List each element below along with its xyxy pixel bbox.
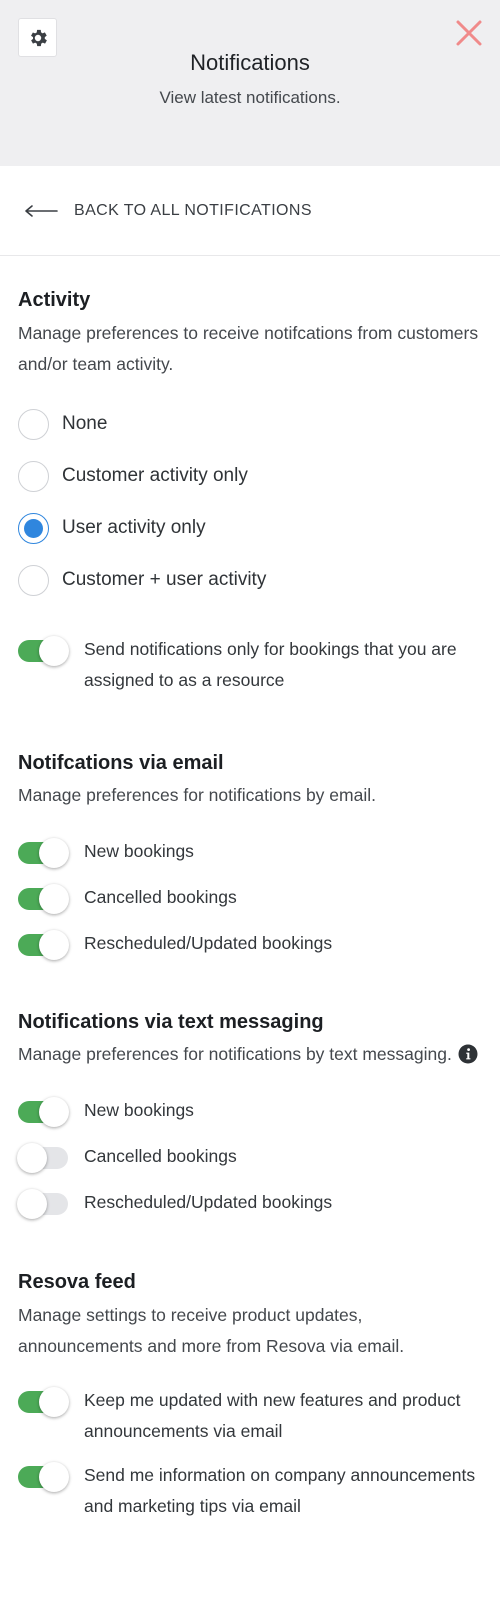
radio-label: Customer + user activity [62, 569, 267, 590]
toggle-label: New bookings [84, 1100, 194, 1120]
toggle-label: Rescheduled/Updated bookings [84, 1192, 333, 1212]
toggle-label: Cancelled bookings [84, 1146, 237, 1166]
close-button[interactable] [452, 16, 486, 50]
page-subtitle: View latest notifications. [159, 88, 341, 107]
toggle-label: Rescheduled/Updated bookings [84, 933, 333, 953]
sms-description-text: Manage preferences for notifications by … [18, 1044, 452, 1064]
sms-section: Notifications via text messaging Manage … [17, 959, 482, 1219]
feed-marketing-toggle[interactable] [18, 1462, 69, 1492]
email-title: Notifcations via email [18, 752, 224, 774]
feed-features-toggle[interactable] [18, 1387, 69, 1417]
toggle-knob [39, 1097, 69, 1127]
email-new-bookings-row: New bookings [18, 838, 482, 868]
radio-option-customer-user-activity[interactable]: Customer + user activity [18, 554, 482, 606]
sms-new-bookings-row: New bookings [18, 1097, 482, 1127]
email-section: Notifcations via email Manage preference… [18, 696, 482, 960]
radio-button-selected[interactable] [18, 512, 49, 544]
toggle-knob [39, 884, 69, 914]
sms-title: Notifications via text messaging [18, 1011, 324, 1033]
back-link-label: BACK TO ALL NOTIFICATIONS [74, 201, 312, 219]
radio-label: User activity only [62, 517, 206, 538]
assigned-bookings-toggle[interactable] [18, 636, 69, 666]
assigned-bookings-toggle-row: Send notifications only for bookings tha… [18, 636, 482, 696]
toggle-label: Keep me updated with new features and pr… [84, 1390, 461, 1441]
email-rescheduled-bookings-row: Rescheduled/Updated bookings [18, 930, 482, 960]
radio-option-customer-activity[interactable]: Customer activity only [18, 450, 482, 502]
sms-cancelled-bookings-row: Cancelled bookings [17, 1143, 482, 1173]
toggle-label: Send notifications only for bookings tha… [84, 639, 457, 690]
activity-radio-group: None Customer activity only User activit… [18, 398, 482, 606]
email-rescheduled-bookings-toggle[interactable] [18, 930, 69, 960]
toggle-knob [17, 1189, 47, 1219]
gear-icon [30, 29, 47, 46]
feed-features-row: Keep me updated with new features and pr… [18, 1387, 482, 1447]
toggle-knob [39, 930, 69, 960]
back-to-all-notifications-link[interactable]: BACK TO ALL NOTIFICATIONS [0, 166, 500, 256]
arrow-left-icon [25, 204, 58, 217]
sms-cancelled-bookings-toggle[interactable] [17, 1143, 68, 1173]
email-new-bookings-toggle[interactable] [18, 838, 69, 868]
toggle-knob [17, 1143, 47, 1173]
sms-description: Manage preferences for notifications by … [18, 1039, 482, 1070]
page-title: Notifications [190, 50, 310, 75]
feed-title: Resova feed [18, 1271, 136, 1293]
activity-title: Activity [18, 289, 91, 311]
radio-label: None [62, 413, 108, 434]
panel-header: Notifications View latest notifications. [0, 0, 500, 166]
sms-rescheduled-bookings-toggle[interactable] [17, 1189, 68, 1219]
radio-label: Customer activity only [62, 465, 248, 486]
toggle-label: New bookings [84, 841, 194, 861]
toggle-label: Send me information on company announcem… [84, 1465, 476, 1516]
activity-section: Activity Manage preferences to receive n… [18, 256, 482, 696]
email-description: Manage preferences for notifications by … [18, 785, 376, 805]
preferences-content: Activity Manage preferences to receive n… [0, 256, 500, 1522]
radio-option-none[interactable]: None [18, 398, 482, 450]
info-icon[interactable] [458, 1044, 478, 1064]
feed-marketing-row: Send me information on company announcem… [18, 1462, 482, 1522]
radio-button[interactable] [18, 408, 49, 440]
radio-button[interactable] [18, 564, 49, 596]
toggle-knob [39, 1387, 69, 1417]
feed-description: Manage settings to receive product updat… [18, 1305, 405, 1356]
email-cancelled-bookings-row: Cancelled bookings [18, 884, 482, 914]
activity-description: Manage preferences to receive notifcatio… [18, 323, 479, 374]
sms-new-bookings-toggle[interactable] [18, 1097, 69, 1127]
toggle-knob [39, 636, 69, 666]
close-icon [456, 20, 482, 46]
radio-option-user-activity[interactable]: User activity only [18, 502, 482, 554]
feed-section: Resova feed Manage settings to receive p… [18, 1218, 482, 1522]
email-cancelled-bookings-toggle[interactable] [18, 884, 69, 914]
sms-rescheduled-bookings-row: Rescheduled/Updated bookings [17, 1189, 482, 1219]
toggle-knob [39, 1462, 69, 1492]
radio-button[interactable] [18, 460, 49, 492]
toggle-knob [39, 838, 69, 868]
toggle-label: Cancelled bookings [84, 887, 237, 907]
